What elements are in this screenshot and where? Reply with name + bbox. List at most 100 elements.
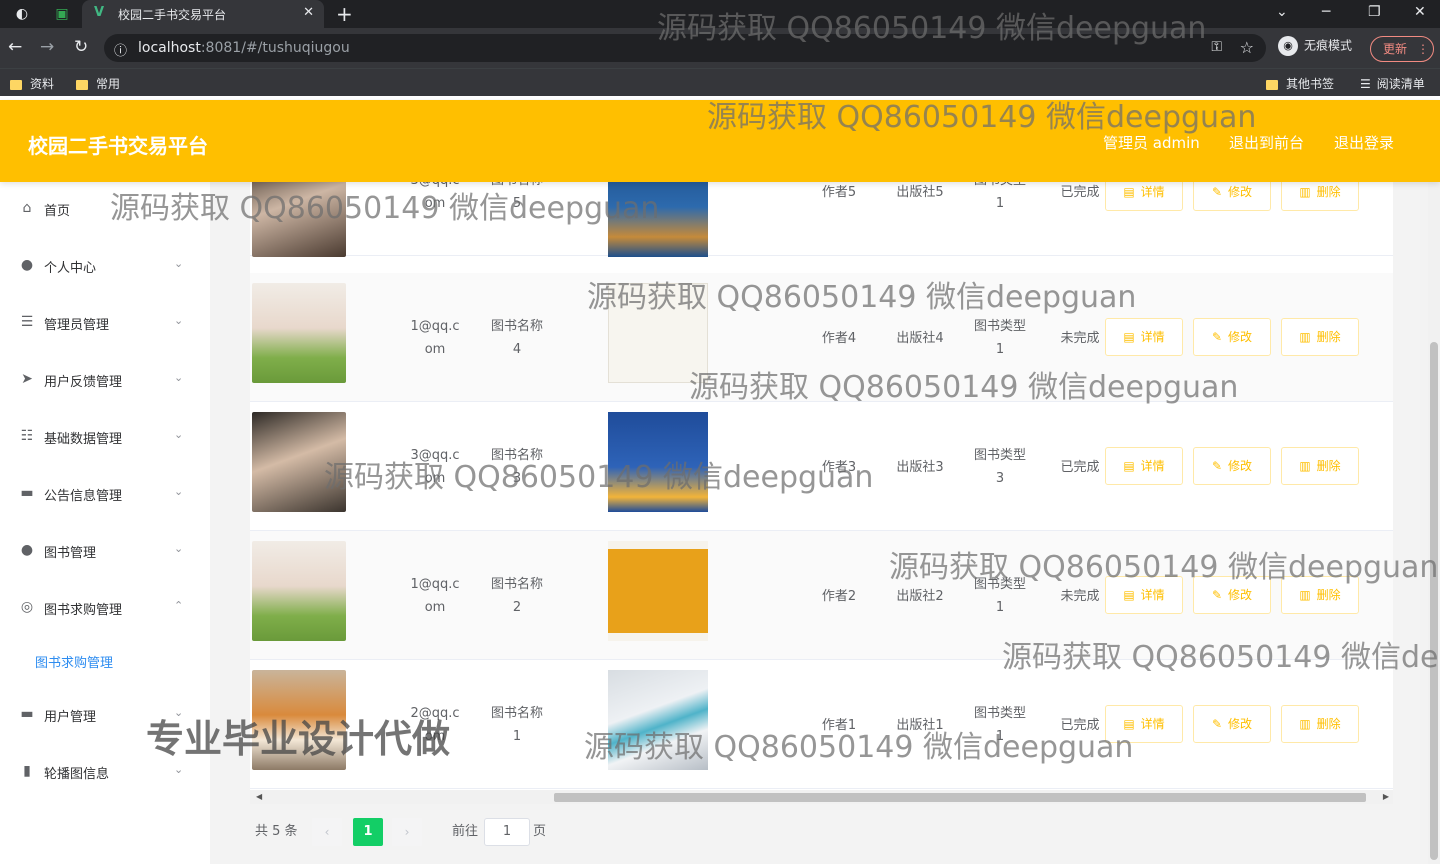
- sidebar-item-label: 个人中心: [44, 261, 97, 276]
- sidebar-item-basic-data[interactable]: ☷ 基础数据管理 ⌄: [0, 418, 210, 458]
- sidebar-item-feedback-management[interactable]: ➤ 用户反馈管理 ⌄: [0, 361, 210, 401]
- close-window-icon[interactable]: ✕: [1414, 4, 1426, 20]
- email-cell: 3@qq.com: [410, 182, 459, 211]
- edit-icon: ✎: [1211, 459, 1223, 473]
- page-number-button[interactable]: 1: [353, 818, 383, 846]
- author-cell: 作者5: [821, 185, 857, 200]
- sidebar-subitem-book-purchase[interactable]: 图书求购管理: [0, 642, 210, 682]
- update-button[interactable]: 更新 ⋮: [1370, 36, 1434, 62]
- tab-group-icon[interactable]: ▣: [52, 4, 72, 24]
- goto-page-input[interactable]: 1: [484, 818, 530, 846]
- bookmark-folder-ziliao[interactable]: 资料: [10, 75, 54, 92]
- password-key-icon[interactable]: ⚿: [1211, 39, 1222, 55]
- sidebar-item-admin-management[interactable]: ☰ 管理员管理 ⌄: [0, 304, 210, 344]
- email-cell: 1@qq.c om: [410, 577, 460, 615]
- delete-button[interactable]: ▥ 删除: [1281, 447, 1359, 485]
- chevron-down-icon: ⌄: [174, 257, 184, 270]
- page-suffix: 页: [533, 824, 547, 839]
- chevron-down-icon: ⌄: [174, 314, 184, 327]
- sidebar-item-label: 管理员管理: [44, 318, 110, 333]
- reading-list[interactable]: ☰ 阅读清单: [1360, 75, 1425, 92]
- sidebar-item-book-management[interactable]: ● 图书管理 ⌄: [0, 532, 210, 572]
- more-menu-icon: ⋮: [1417, 42, 1430, 56]
- edit-button[interactable]: ✎ 修改: [1193, 182, 1271, 211]
- book-type-cell: 图书类型1: [973, 577, 1026, 615]
- edit-button[interactable]: ✎ 修改: [1193, 705, 1271, 743]
- publisher-cell: 出版社3: [896, 460, 944, 475]
- other-bookmarks[interactable]: 其他书签: [1266, 75, 1334, 92]
- back-icon[interactable]: ←: [8, 37, 22, 57]
- detail-button[interactable]: ▤ 详情: [1105, 447, 1183, 485]
- tab-search-icon[interactable]: ⌄: [1276, 4, 1288, 20]
- scroll-left-icon[interactable]: ◀: [256, 790, 262, 804]
- book-name-cell: 图书名称 4: [490, 319, 543, 357]
- back-to-front-link[interactable]: 退出到前台: [1229, 132, 1304, 153]
- edit-button[interactable]: ✎ 修改: [1193, 318, 1271, 356]
- chevron-down-icon: ⌄: [174, 763, 184, 776]
- sidebar-item-label: 首页: [44, 204, 71, 219]
- sidebar-item-book-purchase[interactable]: ◎ 图书求购管理 ⌃: [0, 589, 210, 629]
- trash-icon: ▥: [1299, 717, 1311, 731]
- browser-menu-icon[interactable]: ◐: [12, 4, 32, 24]
- document-icon: ▤: [1123, 588, 1135, 602]
- delete-button[interactable]: ▥ 删除: [1281, 576, 1359, 614]
- author-cell: 作者3: [821, 460, 857, 475]
- trash-icon: ▥: [1299, 459, 1311, 473]
- horizontal-scrollbar[interactable]: ◀ ▶: [250, 790, 1393, 804]
- edit-icon: ✎: [1211, 185, 1223, 199]
- reload-icon[interactable]: ↻: [74, 37, 88, 57]
- book-name-cell: 图书名称 3: [490, 448, 543, 486]
- edit-button[interactable]: ✎ 修改: [1193, 447, 1271, 485]
- delete-button[interactable]: ▥ 删除: [1281, 705, 1359, 743]
- detail-button[interactable]: ▤ 详情: [1105, 705, 1183, 743]
- close-tab-icon[interactable]: ✕: [303, 5, 314, 20]
- sidebar-item-label: 用户管理: [44, 710, 97, 725]
- site-info-icon[interactable]: ⓘ: [114, 40, 127, 59]
- sidebar-subitem-label: 图书求购管理: [35, 656, 114, 671]
- url-input[interactable]: ⓘ localhost:8081/#/tushuqiugou ⚿ ☆: [104, 34, 1266, 62]
- sidebar-item-personal-center[interactable]: ● 个人中心 ⌄: [0, 247, 210, 287]
- trash-icon: ▥: [1299, 588, 1311, 602]
- logout-link[interactable]: 退出登录: [1334, 132, 1394, 153]
- url-text: localhost:8081/#/tushuqiugou: [138, 40, 350, 56]
- new-tab-icon[interactable]: +: [336, 2, 353, 26]
- forward-icon[interactable]: →: [40, 37, 54, 57]
- maximize-icon[interactable]: ❐: [1368, 4, 1381, 20]
- delete-button[interactable]: ▥ 删除: [1281, 318, 1359, 356]
- document-icon: ▤: [1123, 185, 1135, 199]
- bookmark-star-icon[interactable]: ☆: [1240, 38, 1254, 57]
- detail-button[interactable]: ▤ 详情: [1105, 576, 1183, 614]
- publisher-cell: 出版社5: [896, 185, 944, 200]
- incognito-indicator[interactable]: ◉ 无痕模式: [1278, 36, 1352, 56]
- book-type-cell: 图书类型 3: [973, 448, 1026, 486]
- sliders-icon: ☷: [20, 428, 34, 444]
- purchase-table: 3@qq.com 图书名称5 作者5 出版社5 图书类型1 已完成 ▤详情 ✎修…: [250, 182, 1393, 792]
- publisher-cell: 出版社2: [896, 589, 944, 604]
- edit-icon: ✎: [1211, 330, 1223, 344]
- sidebar-item-announcements[interactable]: ▬ 公告信息管理 ⌄: [0, 475, 210, 515]
- prev-page-button[interactable]: ‹: [312, 818, 342, 846]
- bookmark-folder-changyong[interactable]: 常用: [76, 75, 120, 92]
- detail-button[interactable]: ▤ 详情: [1105, 318, 1183, 356]
- scroll-right-icon[interactable]: ▶: [1383, 790, 1389, 804]
- folder-icon: [10, 79, 22, 90]
- minimize-icon[interactable]: ─: [1322, 4, 1330, 20]
- vertical-scrollbar[interactable]: [1428, 182, 1440, 864]
- address-bar-row: ← → ↻ ⓘ localhost:8081/#/tushuqiugou ⚿ ☆…: [0, 28, 1440, 68]
- edit-button[interactable]: ✎ 修改: [1193, 576, 1271, 614]
- detail-button[interactable]: ▤ 详情: [1105, 182, 1183, 211]
- document-icon: ▤: [1123, 330, 1135, 344]
- document-icon: ▤: [1123, 717, 1135, 731]
- browser-tab-strip: ◐ ▣ V 校园二手书交易平台 ✕ + ⌄ ─ ❐ ✕: [0, 0, 1440, 28]
- folder-icon: [76, 79, 88, 90]
- browser-tab[interactable]: V 校园二手书交易平台 ✕: [82, 0, 324, 28]
- admin-user-label: 管理员 admin: [1103, 134, 1200, 152]
- user-avatar: [252, 412, 346, 512]
- book-cover-image: [608, 283, 708, 383]
- delete-button[interactable]: ▥ 删除: [1281, 182, 1359, 211]
- author-cell: 作者2: [821, 589, 857, 604]
- sidebar-item-home[interactable]: ⌂ 首页: [0, 190, 210, 230]
- scrollbar-thumb[interactable]: [554, 793, 1366, 802]
- scrollbar-thumb[interactable]: [1430, 342, 1438, 860]
- next-page-button[interactable]: ›: [392, 818, 422, 846]
